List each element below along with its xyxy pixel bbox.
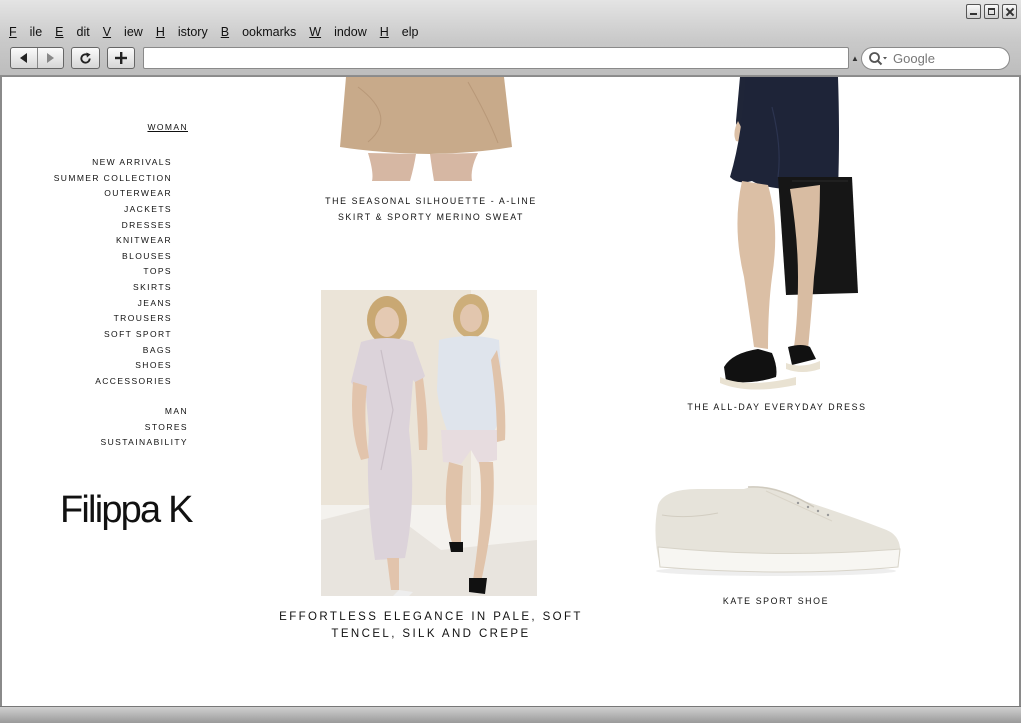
back-arrow-icon xyxy=(19,53,27,63)
nav-bags[interactable]: BAGS xyxy=(2,343,172,359)
caption-elegance-line1: EFFORTLESS ELEGANCE IN PALE, SOFT xyxy=(279,611,583,623)
nav-new-arrivals[interactable]: NEW ARRIVALS xyxy=(2,155,172,171)
browser-chrome: File Edit View History Bookmarks Window … xyxy=(0,0,1021,76)
menu-bookmarks[interactable]: Bookmarks xyxy=(221,25,297,39)
status-bar xyxy=(0,706,1021,723)
nav-accessories[interactable]: ACCESSORIES xyxy=(2,374,172,390)
caption-skirt-line2: SKIRT & SPORTY MERINO SWEAT xyxy=(337,212,525,222)
nav-blouses[interactable]: BLOUSES xyxy=(2,249,172,265)
brand-logo[interactable]: Filippa K xyxy=(60,489,193,532)
shoe-image[interactable] xyxy=(648,475,908,579)
close-icon[interactable] xyxy=(1002,4,1017,19)
page-viewport: WOMAN NEW ARRIVALS SUMMER COLLECTION OUT… xyxy=(2,77,1019,706)
menu-file[interactable]: File xyxy=(9,25,42,39)
caption-skirt-line1: THE SEASONAL SILHOUETTE - A-LINE xyxy=(325,196,537,206)
nav-shoes[interactable]: SHOES xyxy=(2,358,172,374)
caption-skirt[interactable]: THE SEASONAL SILHOUETTE - A-LINE SKIRT &… xyxy=(322,193,540,225)
menu-help[interactable]: Help xyxy=(380,25,419,39)
forward-arrow-icon xyxy=(47,53,55,63)
forward-button[interactable] xyxy=(36,48,64,68)
search-input[interactable]: Google xyxy=(861,47,1010,70)
menu-history[interactable]: History xyxy=(156,25,208,39)
menu-window[interactable]: Window xyxy=(309,25,366,39)
nav-knitwear[interactable]: KNITWEAR xyxy=(2,233,172,249)
minimize-icon[interactable] xyxy=(966,4,981,19)
search-placeholder: Google xyxy=(893,51,935,66)
url-input[interactable] xyxy=(143,47,849,69)
plus-icon xyxy=(115,52,127,64)
nav-jeans[interactable]: JEANS xyxy=(2,296,172,312)
section-list: MAN STORES SUSTAINABILITY xyxy=(2,404,188,451)
nav-soft-sport[interactable]: SOFT SPORT xyxy=(2,327,172,343)
nav-tops[interactable]: TOPS xyxy=(2,264,172,280)
caption-shoe-line1: KATE SPORT SHOE xyxy=(722,596,830,606)
reload-button[interactable] xyxy=(71,47,100,69)
new-tab-button[interactable] xyxy=(107,47,135,69)
back-button[interactable] xyxy=(11,48,37,68)
nav-dresses[interactable]: DRESSES xyxy=(2,218,172,234)
caption-elegance[interactable]: EFFORTLESS ELEGANCE IN PALE, SOFT TENCEL… xyxy=(272,609,590,643)
nav-man[interactable]: MAN xyxy=(2,404,188,420)
nav-skirts[interactable]: SKIRTS xyxy=(2,280,172,296)
nav-sustainability[interactable]: SUSTAINABILITY xyxy=(2,435,188,451)
nav-jackets[interactable]: JACKETS xyxy=(2,202,172,218)
nav-outerwear[interactable]: OUTERWEAR xyxy=(2,186,172,202)
caption-dress[interactable]: THE ALL-DAY EVERYDAY DRESS xyxy=(657,399,897,415)
caption-dress-line1: THE ALL-DAY EVERYDAY DRESS xyxy=(687,402,867,412)
menu-view[interactable]: View xyxy=(103,25,143,39)
nav-summer-collection[interactable]: SUMMER COLLECTION xyxy=(2,171,172,187)
magnifier-icon[interactable] xyxy=(868,51,888,67)
maximize-icon[interactable] xyxy=(984,4,999,19)
category-list: NEW ARRIVALS SUMMER COLLECTION OUTERWEAR… xyxy=(2,155,172,390)
dress-image[interactable] xyxy=(702,77,872,395)
menu-edit[interactable]: Edit xyxy=(55,25,90,39)
elegance-image[interactable] xyxy=(321,290,537,596)
back-forward-group xyxy=(10,47,64,69)
menu-bar: File Edit View History Bookmarks Window … xyxy=(9,25,431,39)
caption-elegance-line2: TENCEL, SILK AND CREPE xyxy=(331,628,531,640)
nav-trousers[interactable]: TROUSERS xyxy=(2,311,172,327)
nav-stores[interactable]: STORES xyxy=(2,420,188,436)
skirt-image[interactable] xyxy=(338,77,516,181)
url-dropdown-icon[interactable]: ▲ xyxy=(851,54,859,63)
caption-shoe[interactable]: KATE SPORT SHOE xyxy=(690,593,862,609)
reload-icon xyxy=(80,51,91,64)
nav-woman-link[interactable]: WOMAN xyxy=(2,122,188,132)
window-controls xyxy=(966,4,1017,19)
